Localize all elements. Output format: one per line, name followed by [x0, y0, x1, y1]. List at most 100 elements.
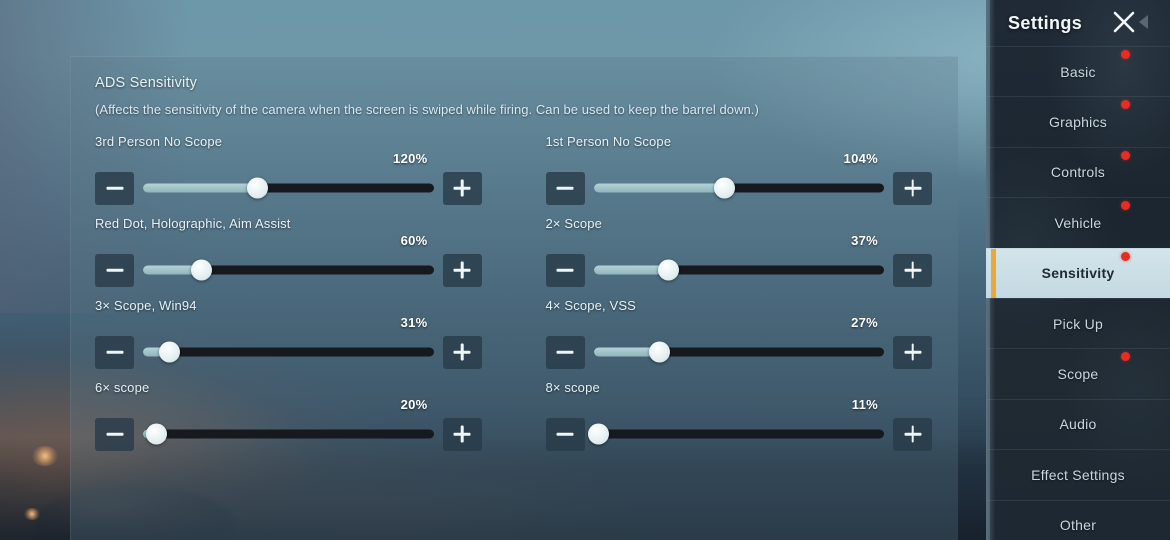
- sidebar-item-label: Controls: [1051, 164, 1105, 180]
- sidebar-item-audio[interactable]: Audio: [986, 399, 1170, 449]
- settings-sidebar: Settings Basic Graphics Controls Vehicle…: [986, 0, 1170, 540]
- slider-track-fill: [143, 184, 258, 193]
- page-title: Settings: [1008, 13, 1082, 34]
- sidebar-item-label: Graphics: [1049, 114, 1107, 130]
- slider-label: 3rd Person No Scope: [95, 133, 482, 151]
- notification-dot-icon: [1121, 252, 1130, 261]
- slider-track-area[interactable]: [594, 172, 885, 205]
- sidebar-item-label: Audio: [1059, 416, 1096, 432]
- sidebar-item-controls[interactable]: Controls: [986, 147, 1170, 197]
- sensitivity-slider-grid: 3rd Person No Scope 120% 1st Person No S…: [95, 133, 932, 455]
- increase-button[interactable]: [893, 418, 932, 451]
- slider-row: [546, 249, 933, 291]
- increase-button[interactable]: [893, 172, 932, 205]
- slider-value: 120%: [393, 151, 427, 167]
- slider-track[interactable]: [143, 430, 434, 439]
- slider-label: 4× Scope, VSS: [546, 297, 933, 315]
- sidebar-item-basic[interactable]: Basic: [986, 46, 1170, 96]
- slider-knob[interactable]: [649, 342, 670, 363]
- slider-row: [95, 413, 482, 455]
- slider-knob[interactable]: [146, 424, 167, 445]
- decrease-button[interactable]: [95, 172, 134, 205]
- slider-knob[interactable]: [247, 178, 268, 199]
- close-x-icon: [1110, 8, 1138, 36]
- increase-button[interactable]: [443, 172, 482, 205]
- decrease-button[interactable]: [95, 336, 134, 369]
- slider-label: 2× Scope: [546, 215, 933, 233]
- slider-value: 11%: [852, 397, 878, 413]
- sidebar-item-sensitivity[interactable]: Sensitivity: [986, 248, 1170, 298]
- slider-knob[interactable]: [191, 260, 212, 281]
- sensitivity-slider-cell: 2× Scope 37%: [546, 215, 933, 291]
- section-description: (Affects the sensitivity of the camera w…: [95, 102, 932, 117]
- sidebar-item-label: Sensitivity: [1042, 265, 1115, 281]
- slider-track[interactable]: [143, 184, 434, 193]
- increase-button[interactable]: [443, 254, 482, 287]
- slider-track[interactable]: [594, 348, 885, 357]
- slider-value: 20%: [401, 397, 428, 413]
- sensitivity-slider-cell: 4× Scope, VSS 27%: [546, 297, 933, 373]
- sensitivity-slider-cell: 8× scope 11%: [546, 379, 933, 455]
- slider-track[interactable]: [594, 266, 885, 275]
- increase-button[interactable]: [893, 254, 932, 287]
- slider-row: [546, 331, 933, 373]
- sidebar-menu-list: Basic Graphics Controls Vehicle Sensitiv…: [986, 46, 1170, 540]
- chevron-left-icon: [1139, 15, 1148, 29]
- slider-track-area[interactable]: [594, 254, 885, 287]
- slider-track[interactable]: [594, 184, 885, 193]
- notification-dot-icon: [1121, 151, 1130, 160]
- slider-value: 104%: [844, 151, 878, 167]
- sensitivity-slider-cell: 3rd Person No Scope 120%: [95, 133, 482, 209]
- close-settings-button[interactable]: [1110, 8, 1148, 36]
- sidebar-header: Settings: [986, 0, 1170, 46]
- sidebar-item-scope[interactable]: Scope: [986, 348, 1170, 398]
- sidebar-item-other[interactable]: Other: [986, 500, 1170, 540]
- slider-track-area[interactable]: [594, 418, 885, 451]
- slider-track-area[interactable]: [143, 254, 434, 287]
- decrease-button[interactable]: [546, 336, 585, 369]
- notification-dot-icon: [1121, 50, 1130, 59]
- sidebar-item-effect-settings[interactable]: Effect Settings: [986, 449, 1170, 499]
- slider-track-area[interactable]: [143, 336, 434, 369]
- sidebar-item-vehicle[interactable]: Vehicle: [986, 197, 1170, 247]
- decrease-button[interactable]: [546, 254, 585, 287]
- increase-button[interactable]: [443, 418, 482, 451]
- section-title: ADS Sensitivity: [95, 75, 932, 91]
- increase-button[interactable]: [443, 336, 482, 369]
- increase-button[interactable]: [893, 336, 932, 369]
- slider-knob[interactable]: [159, 342, 180, 363]
- slider-knob[interactable]: [658, 260, 679, 281]
- decrease-button[interactable]: [95, 254, 134, 287]
- sensitivity-slider-cell: 1st Person No Scope 104%: [546, 133, 933, 209]
- active-accent-bar: [991, 249, 996, 298]
- slider-track[interactable]: [594, 430, 885, 439]
- sidebar-item-label: Effect Settings: [1031, 467, 1125, 483]
- slider-row: [95, 167, 482, 209]
- slider-label: Red Dot, Holographic, Aim Assist: [95, 215, 482, 233]
- slider-value: 31%: [401, 315, 428, 331]
- slider-knob[interactable]: [588, 424, 609, 445]
- sidebar-item-pick-up[interactable]: Pick Up: [986, 298, 1170, 348]
- slider-track[interactable]: [143, 266, 434, 275]
- sensitivity-slider-cell: 6× scope 20%: [95, 379, 482, 455]
- sidebar-item-label: Scope: [1058, 366, 1099, 382]
- slider-value: 60%: [401, 233, 428, 249]
- slider-row: [546, 413, 933, 455]
- slider-track[interactable]: [143, 348, 434, 357]
- decrease-button[interactable]: [546, 418, 585, 451]
- sidebar-item-label: Pick Up: [1053, 316, 1103, 332]
- background-ember-glow: [32, 446, 58, 466]
- slider-track-area[interactable]: [143, 418, 434, 451]
- sensitivity-slider-cell: 3× Scope, Win94 31%: [95, 297, 482, 373]
- notification-dot-icon: [1121, 100, 1130, 109]
- sensitivity-slider-cell: Red Dot, Holographic, Aim Assist 60%: [95, 215, 482, 291]
- background-ember-spark-2: [24, 508, 40, 520]
- sidebar-item-graphics[interactable]: Graphics: [986, 96, 1170, 146]
- decrease-button[interactable]: [546, 172, 585, 205]
- slider-knob[interactable]: [714, 178, 735, 199]
- slider-track-fill: [594, 184, 725, 193]
- slider-track-area[interactable]: [594, 336, 885, 369]
- sidebar-item-label: Other: [1060, 517, 1096, 533]
- decrease-button[interactable]: [95, 418, 134, 451]
- slider-track-area[interactable]: [143, 172, 434, 205]
